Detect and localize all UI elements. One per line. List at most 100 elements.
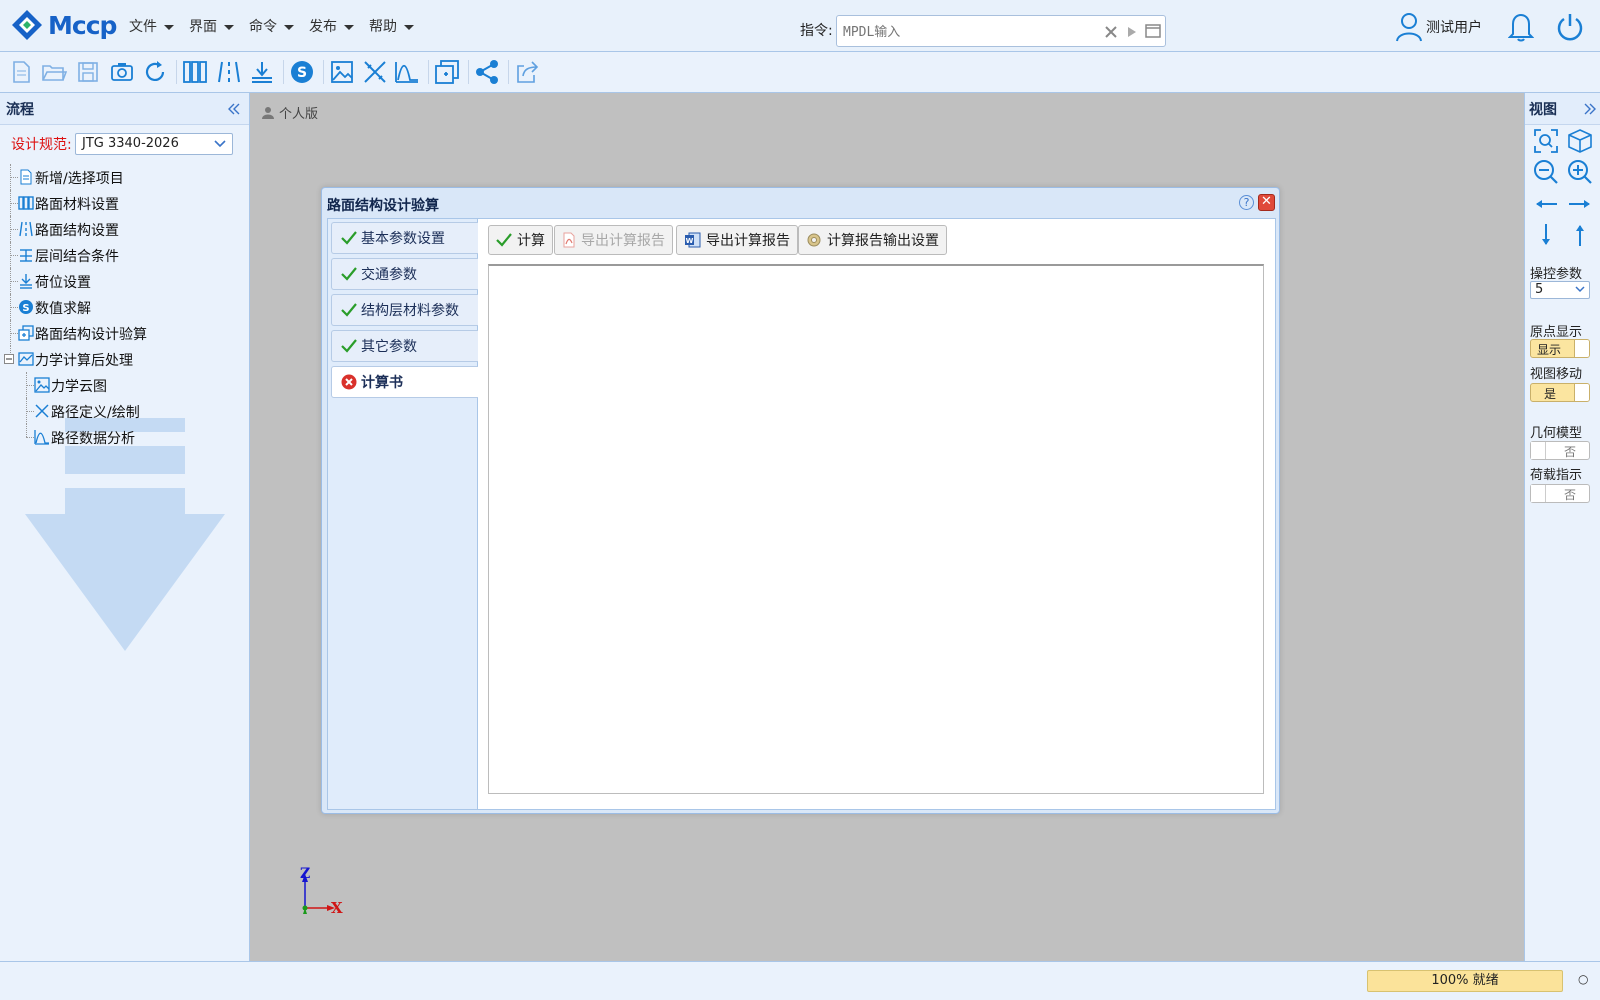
menu-publish[interactable]: 发布 [309, 16, 354, 36]
check-icon [341, 303, 357, 317]
tree-item-structure[interactable]: 路面结构设置 [0, 216, 250, 242]
report-preview[interactable] [488, 264, 1264, 794]
export-word-button[interactable]: W 导出计算报告 [676, 225, 798, 255]
progress-bar: 100% 就绪 [1367, 970, 1563, 992]
zoom-in-icon[interactable] [1567, 159, 1593, 185]
structure-icon[interactable] [216, 59, 242, 85]
tree-item-interlayer[interactable]: 层间结合条件 [0, 242, 250, 268]
toolbar: S [0, 52, 1600, 93]
status-bar: 100% 就绪 ○ [0, 961, 1600, 1000]
tree-item-label: 路径定义/绘制 [51, 405, 140, 421]
collapse-left-icon[interactable] [228, 103, 240, 115]
arrow-down-icon[interactable] [1533, 222, 1559, 248]
control-param-select[interactable]: 5 [1530, 281, 1590, 299]
zoom-out-icon[interactable] [1533, 159, 1559, 185]
clear-icon[interactable] [1105, 26, 1117, 38]
tree-item-postprocess[interactable]: 力学计算后处理 [0, 346, 250, 372]
material-icon[interactable] [182, 59, 208, 85]
toggle-knob [1574, 384, 1589, 401]
command-input[interactable] [843, 22, 1093, 42]
tree-item-cloud-image[interactable]: 力学云图 [0, 372, 250, 398]
open-folder-icon[interactable] [41, 59, 67, 85]
help-icon[interactable]: ? [1239, 195, 1254, 210]
path-icon[interactable] [362, 59, 388, 85]
export-icon[interactable] [514, 59, 540, 85]
arrow-left-icon[interactable] [1533, 191, 1559, 217]
app-logo[interactable]: Mccp [10, 8, 117, 42]
verify-icon[interactable] [434, 59, 460, 85]
share-icon[interactable] [474, 59, 500, 85]
arrow-right-icon[interactable] [1567, 191, 1593, 217]
save-icon[interactable] [75, 59, 101, 85]
close-button[interactable]: ✕ [1258, 194, 1275, 211]
view-panel-title: 视图 [1529, 101, 1557, 118]
dialog-title: 路面结构设计验算 [327, 198, 439, 214]
interlayer-icon [20, 249, 32, 262]
tree-item-new-project[interactable]: 新增/选择项目 [0, 164, 250, 190]
new-file-icon[interactable] [8, 59, 34, 85]
calc-button[interactable]: 计算 [488, 225, 553, 255]
chevron-down-icon [1575, 286, 1585, 293]
tab-label: 基本参数设置 [361, 231, 445, 247]
user-menu[interactable]: 测试用户 [1396, 12, 1482, 42]
refresh-icon[interactable] [142, 59, 168, 85]
solve-icon[interactable]: S [289, 59, 315, 85]
fit-view-icon[interactable] [1533, 128, 1559, 154]
chevron-down-icon [284, 24, 294, 30]
tree-item-label: 力学计算后处理 [35, 353, 133, 369]
3d-view-icon[interactable] [1567, 128, 1593, 154]
tree-item-load-position[interactable]: 荷位设置 [0, 268, 250, 294]
view-move-toggle[interactable]: 是 [1530, 383, 1590, 402]
run-icon[interactable] [1127, 26, 1137, 38]
menu-help[interactable]: 帮助 [369, 16, 414, 36]
progress-text: 100% 就绪 [1431, 973, 1499, 988]
tree-item-solve[interactable]: S 数值求解 [0, 294, 250, 320]
menu-file[interactable]: 文件 [129, 16, 174, 36]
tab-basic-params[interactable]: 基本参数设置 [331, 222, 478, 254]
user-icon [1396, 13, 1422, 42]
origin-display-toggle[interactable]: 显示 [1530, 339, 1590, 358]
collapse-node-icon[interactable] [4, 354, 14, 364]
cloud-image-icon[interactable] [329, 59, 355, 85]
arrow-up-icon[interactable] [1567, 222, 1593, 248]
document-icon [20, 169, 32, 185]
view-move-label: 视图移动 [1530, 367, 1583, 382]
toggle-knob [1531, 442, 1546, 459]
flow-panel-title: 流程 [6, 101, 34, 118]
svg-text:W: W [686, 237, 694, 245]
window-icon[interactable] [1145, 24, 1161, 38]
axis-triad: Z X [295, 866, 345, 919]
toolbar-separator [428, 60, 429, 84]
origin-display-label: 原点显示 [1530, 325, 1583, 340]
watermark-arrow [25, 418, 225, 662]
tree-item-path[interactable]: 路径定义/绘制 [0, 398, 250, 424]
menu-command[interactable]: 命令 [249, 16, 294, 36]
tab-calc-report[interactable]: 计算书 [331, 366, 478, 398]
analysis-icon[interactable] [394, 59, 420, 85]
tree-item-analysis[interactable]: 路径数据分析 [0, 424, 250, 450]
tab-layer-material-params[interactable]: 结构层材料参数 [331, 294, 478, 326]
close-icon: ✕ [1261, 194, 1272, 209]
tab-traffic-params[interactable]: 交通参数 [331, 258, 478, 290]
svg-text:S: S [22, 303, 29, 314]
collapse-right-icon[interactable] [1584, 103, 1596, 115]
spec-select[interactable]: JTG 3340-2026 [75, 133, 233, 155]
command-label: 指令: [800, 23, 833, 39]
help-glyph: ? [1243, 196, 1250, 209]
power-icon[interactable] [1555, 12, 1585, 42]
spec-label: 设计规范: [11, 137, 72, 153]
geometry-model-toggle[interactable]: 否 [1530, 441, 1590, 460]
tab-other-params[interactable]: 其它参数 [331, 330, 478, 362]
tree-item-verify[interactable]: 路面结构设计验算 [0, 320, 250, 346]
report-settings-label: 计算报告输出设置 [827, 233, 939, 249]
tree-item-label: 力学云图 [51, 379, 107, 395]
check-icon [341, 267, 357, 281]
load-indicator-toggle[interactable]: 否 [1530, 484, 1590, 503]
report-settings-button[interactable]: 计算报告输出设置 [798, 225, 947, 255]
bell-icon[interactable] [1508, 12, 1534, 42]
interlayer-icon[interactable] [249, 59, 275, 85]
menu-view[interactable]: 界面 [189, 16, 234, 36]
export-pdf-button[interactable]: 导出计算报告 [554, 225, 673, 255]
tree-item-material[interactable]: 路面材料设置 [0, 190, 250, 216]
snapshot-icon[interactable] [109, 59, 135, 85]
